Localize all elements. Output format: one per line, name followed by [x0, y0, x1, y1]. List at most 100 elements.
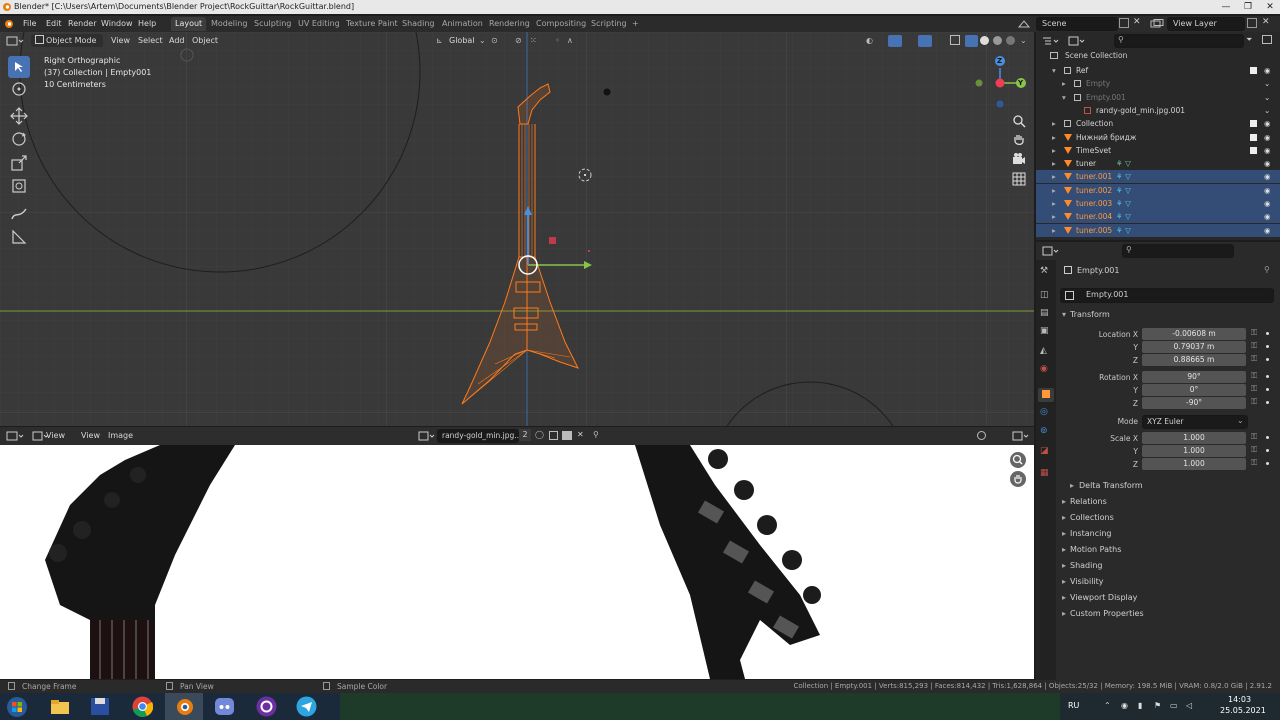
new-view-layer-icon[interactable]: [1247, 18, 1257, 28]
expand-arrow-icon[interactable]: ▸: [1062, 77, 1066, 90]
exclude-checkbox[interactable]: [1250, 67, 1257, 74]
lock-icon[interactable]: ⚿: [1251, 354, 1257, 364]
exclude-checkbox[interactable]: [1250, 227, 1257, 234]
tab-rendering[interactable]: Rendering: [485, 17, 534, 31]
panel-instancing[interactable]: Instancing: [1070, 529, 1111, 538]
discord-icon[interactable]: [214, 697, 235, 716]
reference-image-area[interactable]: [0, 445, 1034, 679]
panel-collections[interactable]: Collections: [1070, 513, 1114, 522]
exclude-checkbox[interactable]: [1250, 146, 1257, 154]
tab-sculpting[interactable]: Sculpting: [250, 17, 295, 31]
visibility-eye-icon[interactable]: ⌄: [1264, 77, 1270, 90]
keyframe-dot-icon[interactable]: [1266, 358, 1269, 361]
pin-icon[interactable]: ⚲: [593, 430, 599, 439]
menu-file[interactable]: File: [23, 18, 36, 30]
expand-arrow-icon[interactable]: ▾: [1062, 91, 1066, 104]
keyframe-dot-icon[interactable]: [1266, 332, 1269, 335]
panel-viewport-display[interactable]: Viewport Display: [1070, 593, 1137, 602]
exclude-checkbox[interactable]: [1250, 200, 1257, 207]
visibility-eye-icon[interactable]: ◉: [1264, 131, 1271, 144]
tool-tab-icon[interactable]: ⚒: [1040, 266, 1054, 280]
outliner-row[interactable]: ▾ Ref ◉: [1036, 64, 1280, 77]
telegram-icon[interactable]: [296, 696, 317, 717]
output-tab-icon[interactable]: ▤: [1040, 308, 1054, 322]
cursor-tool-icon[interactable]: [10, 80, 28, 98]
keyframe-dot-icon[interactable]: [1266, 401, 1269, 404]
notification-flag-icon[interactable]: ⚑: [1154, 701, 1161, 710]
new-image-icon[interactable]: [549, 431, 558, 440]
lock-icon[interactable]: ⚿: [1251, 328, 1257, 338]
image-menu-view[interactable]: View: [81, 431, 100, 440]
viewport-menu-view[interactable]: View: [111, 36, 130, 45]
viewport-menu-select[interactable]: Select: [138, 36, 163, 45]
panel-expand-icon[interactable]: ▸: [1062, 561, 1066, 570]
volume-icon[interactable]: ◁: [1186, 701, 1192, 710]
outliner-row[interactable]: ▸ TimeSvet ◉: [1036, 144, 1280, 157]
visibility-eye-icon[interactable]: ◉: [1264, 197, 1271, 210]
visibility-eye-icon[interactable]: ◉: [1264, 157, 1271, 170]
location-x-field[interactable]: -0.00608 m: [1142, 328, 1246, 340]
expand-arrow-icon[interactable]: ▸: [1052, 131, 1056, 144]
unlink-image-icon[interactable]: ✕: [577, 430, 584, 439]
tab-uv-editing[interactable]: UV Editing: [294, 17, 344, 31]
properties-search[interactable]: ⚲: [1122, 244, 1234, 258]
power-icon[interactable]: ▭: [1170, 701, 1178, 710]
outliner-row[interactable]: randy-gold_min.jpg.001 ⌄: [1036, 104, 1280, 117]
tray-app-icon[interactable]: ◉: [1121, 701, 1128, 710]
camera-view-icon[interactable]: [1012, 152, 1026, 166]
rotation-z-field[interactable]: -90°: [1142, 397, 1246, 409]
image-users-count[interactable]: 2: [519, 429, 531, 441]
outliner-row[interactable]: ▸ tuner.002 ⚘ ▽ ◉: [1036, 183, 1280, 197]
rotate-tool-icon[interactable]: [10, 130, 28, 148]
lock-icon[interactable]: ⚿: [1251, 445, 1257, 455]
visibility-eye-icon[interactable]: ◉: [1264, 64, 1271, 77]
tab-shading[interactable]: Shading: [398, 17, 439, 31]
annotate-tool-icon[interactable]: [10, 205, 28, 223]
solid-shading-icon[interactable]: [980, 36, 989, 45]
transform-expand-icon[interactable]: ▾: [1062, 310, 1066, 319]
keyframe-dot-icon[interactable]: [1266, 388, 1269, 391]
outliner-row[interactable]: ▸ Empty ⌄: [1036, 77, 1280, 90]
filter-icon[interactable]: ⏷: [1246, 35, 1252, 45]
keyframe-dot-icon[interactable]: [1266, 449, 1269, 452]
remove-view-layer-icon[interactable]: ✕: [1262, 17, 1270, 27]
select-tool-button[interactable]: [8, 56, 30, 78]
new-scene-icon[interactable]: [1119, 18, 1129, 28]
panel-relations[interactable]: Relations: [1070, 497, 1107, 506]
outliner-row[interactable]: ▸ tuner ⚘ ▽ ◉: [1036, 157, 1280, 170]
view-layer-selector[interactable]: View Layer: [1167, 17, 1245, 31]
menu-edit[interactable]: Edit: [46, 18, 62, 30]
exclude-checkbox[interactable]: [1250, 133, 1257, 141]
lock-icon[interactable]: ⚿: [1251, 384, 1257, 394]
scale-z-field[interactable]: 1.000: [1142, 458, 1246, 470]
file-explorer-icon[interactable]: [50, 698, 70, 715]
expand-arrow-icon[interactable]: ▸: [1052, 210, 1056, 223]
overlay-toggle-icon[interactable]: [918, 35, 932, 47]
clock-date[interactable]: 25.05.2021: [1220, 706, 1266, 715]
podcast-app-icon[interactable]: [256, 696, 277, 717]
location-y-field[interactable]: 0.79037 m: [1142, 341, 1246, 353]
menu-help[interactable]: Help: [138, 18, 156, 30]
image-menu-image[interactable]: Image: [108, 431, 133, 440]
expand-arrow-icon[interactable]: ▸: [1052, 197, 1056, 210]
language-indicator[interactable]: RU: [1068, 701, 1079, 710]
3d-viewport[interactable]: Z Y: [0, 32, 1034, 426]
panel-expand-icon[interactable]: ▸: [1062, 577, 1066, 586]
xray-icon[interactable]: [950, 35, 960, 45]
visibility-eye-icon[interactable]: ◉: [1264, 170, 1271, 183]
texture-tab-icon[interactable]: ▦: [1040, 468, 1054, 482]
start-button-icon[interactable]: [6, 696, 28, 718]
chrome-icon[interactable]: [132, 696, 153, 717]
image-view-mode[interactable]: View: [46, 431, 65, 440]
outliner-row[interactable]: ▸ tuner.005 ⚘ ▽ ◉: [1036, 223, 1280, 237]
panel-expand-icon[interactable]: ▸: [1062, 545, 1066, 554]
outliner-row[interactable]: ▸ tuner.004 ⚘ ▽ ◉: [1036, 210, 1280, 224]
keyframe-dot-icon[interactable]: [1266, 462, 1269, 465]
outliner-row[interactable]: ▸ tuner.003 ⚘ ▽ ◉: [1036, 197, 1280, 210]
tab-layout[interactable]: Layout: [171, 17, 207, 31]
exclude-checkbox[interactable]: [1250, 173, 1257, 180]
exclude-checkbox[interactable]: [1250, 120, 1257, 128]
rotation-x-field[interactable]: 90°: [1142, 371, 1246, 383]
gizmo-toggle-icon[interactable]: [888, 35, 902, 47]
shading-options-icon[interactable]: ⌄: [1020, 36, 1027, 45]
